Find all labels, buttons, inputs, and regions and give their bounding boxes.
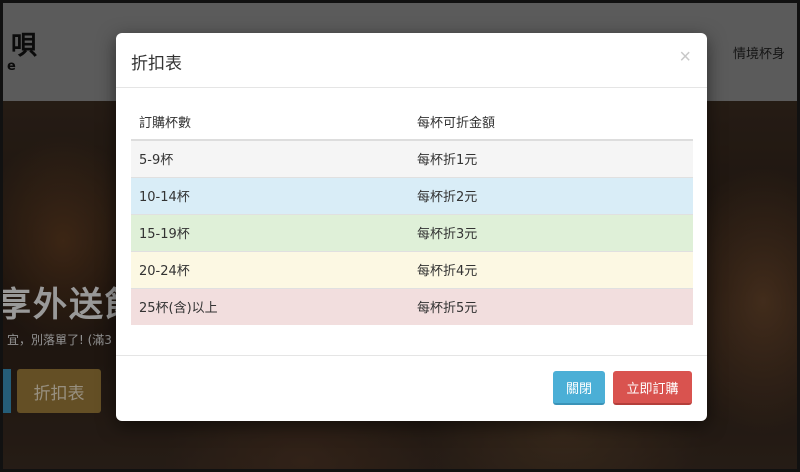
modal-body: 訂購杯數 每杯可折金額 5-9杯 每杯折1元 10-14杯 每杯折2元 15-1… bbox=[116, 88, 707, 340]
cup-count-cell: 15-19杯 bbox=[131, 213, 409, 251]
discount-modal: 折扣表 × 訂購杯數 每杯可折金額 5-9杯 每杯折1元 10-14杯 每杯折2… bbox=[116, 33, 707, 421]
cup-count-cell: 20-24杯 bbox=[131, 250, 409, 288]
table-row: 15-19杯 每杯折3元 bbox=[131, 213, 693, 251]
screen-frame: 唄 e 情境杯身 享外送飲 宜，別落單了! (滿3 折扣表 折扣表 × 訂購杯數… bbox=[0, 0, 800, 472]
close-button[interactable]: 關閉 bbox=[553, 371, 605, 405]
cup-count-cell: 25杯(含)以上 bbox=[131, 287, 409, 325]
table-row: 25杯(含)以上 每杯折5元 bbox=[131, 287, 693, 325]
table-row: 5-9杯 每杯折1元 bbox=[131, 139, 693, 177]
discount-table: 訂購杯數 每杯可折金額 5-9杯 每杯折1元 10-14杯 每杯折2元 15-1… bbox=[131, 103, 693, 325]
column-header-discount: 每杯可折金額 bbox=[409, 103, 693, 141]
modal-title: 折扣表 bbox=[131, 54, 182, 74]
discount-cell: 每杯折3元 bbox=[409, 213, 693, 251]
discount-cell: 每杯折1元 bbox=[409, 139, 693, 177]
cup-count-cell: 5-9杯 bbox=[131, 139, 409, 177]
discount-cell: 每杯折5元 bbox=[409, 287, 693, 325]
modal-footer: 關閉 立即訂購 bbox=[116, 355, 707, 421]
modal-header: 折扣表 × bbox=[116, 33, 707, 88]
order-now-button[interactable]: 立即訂購 bbox=[613, 371, 692, 405]
table-row: 20-24杯 每杯折4元 bbox=[131, 250, 693, 288]
table-row: 10-14杯 每杯折2元 bbox=[131, 176, 693, 214]
table-header-row: 訂購杯數 每杯可折金額 bbox=[131, 103, 693, 141]
cup-count-cell: 10-14杯 bbox=[131, 176, 409, 214]
discount-cell: 每杯折2元 bbox=[409, 176, 693, 214]
close-icon[interactable]: × bbox=[679, 47, 691, 67]
column-header-cup-count: 訂購杯數 bbox=[131, 103, 409, 141]
discount-cell: 每杯折4元 bbox=[409, 250, 693, 288]
